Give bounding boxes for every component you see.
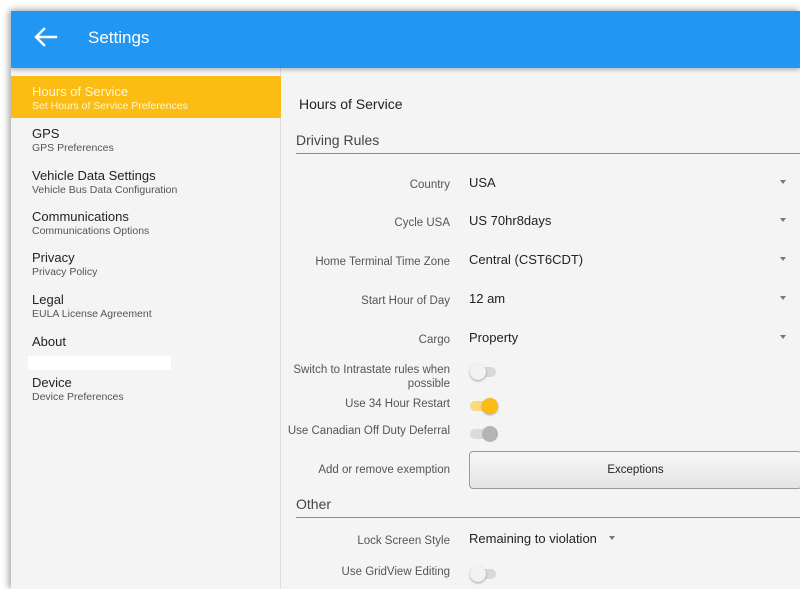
intrastate-toggle[interactable] (470, 364, 500, 380)
dropdown-arrow-icon (780, 296, 786, 300)
sidebar-item-vehicle-data-settings[interactable]: Vehicle Data Settings Vehicle Bus Data C… (11, 160, 281, 202)
sidebar-item-title: GPS (32, 126, 60, 141)
exemption-label: Add or remove exemption (318, 464, 450, 476)
gridview-toggle[interactable] (470, 566, 500, 582)
restart-34-label: Use 34 Hour Restart (345, 398, 450, 410)
dropdown-arrow-icon (780, 218, 786, 222)
time-zone-value: Central (CST6CDT) (469, 252, 584, 267)
cycle-select[interactable]: US 70hr8days (461, 204, 796, 238)
lock-screen-select[interactable]: Remaining to violation (461, 522, 631, 556)
country-value: USA (469, 175, 496, 190)
app-window: Settings Hours of Service Set Hours of S… (11, 11, 800, 589)
sidebar-item-communications[interactable]: Communications Communications Options (11, 201, 281, 243)
cycle-value: US 70hr8days (469, 213, 552, 228)
sidebar-item-title: About (32, 334, 66, 349)
sidebar-item-title: Privacy (32, 250, 75, 265)
cycle-label: Cycle USA (394, 217, 450, 229)
sidebar-item-subtitle: Device Preferences (32, 391, 124, 403)
sidebar-item-subtitle: Set Hours of Service Preferences (32, 100, 188, 112)
app-bar: Settings (11, 11, 800, 68)
back-arrow-icon[interactable] (32, 23, 60, 51)
sidebar-item-subtitle: GPS Preferences (32, 142, 114, 154)
sidebar-item-hours-of-service[interactable]: Hours of Service Set Hours of Service Pr… (11, 76, 281, 118)
settings-sidebar: Hours of Service Set Hours of Service Pr… (11, 68, 281, 589)
dropdown-arrow-icon (780, 335, 786, 339)
sidebar-item-title: Vehicle Data Settings (32, 168, 156, 183)
cargo-select[interactable]: Property (461, 321, 796, 355)
section-header: Other (296, 496, 332, 512)
start-hour-value: 12 am (469, 291, 506, 306)
time-zone-select[interactable]: Central (CST6CDT) (461, 243, 796, 277)
sidebar-item-subtitle: Privacy Policy (32, 266, 98, 278)
sidebar-item-subtitle: Vehicle Bus Data Configuration (32, 184, 178, 196)
app-bar-title: Settings (88, 28, 150, 47)
start-hour-label: Start Hour of Day (361, 295, 450, 307)
toggle-thumb (470, 364, 486, 380)
dropdown-arrow-icon (780, 180, 786, 184)
lock-screen-value: Remaining to violation (469, 531, 597, 546)
country-label: Country (409, 179, 450, 191)
sidebar-item-title: Communications (32, 209, 129, 224)
exceptions-button[interactable]: Exceptions (469, 451, 800, 489)
cargo-value: Property (469, 330, 519, 345)
sidebar-item-title: Device (32, 375, 72, 390)
sidebar-item-device[interactable]: Device Device Preferences (11, 367, 281, 409)
time-zone-label: Home Terminal Time Zone (315, 256, 450, 268)
section-driving-rules: Driving Rules (296, 132, 800, 154)
sidebar-item-privacy[interactable]: Privacy Privacy Policy (11, 242, 281, 284)
sidebar-item-subtitle: Communications Options (32, 225, 150, 237)
sidebar-item-gps[interactable]: GPS GPS Preferences (11, 118, 281, 160)
section-other: Other (296, 496, 800, 518)
page-title: Hours of Service (299, 96, 403, 112)
cargo-label: Cargo (418, 334, 450, 346)
toggle-thumb (470, 566, 486, 582)
toggle-thumb (482, 398, 498, 414)
canadian-deferral-label: Use Canadian Off Duty Deferral (287, 425, 450, 437)
sidebar-item-title: Legal (32, 292, 64, 307)
country-select[interactable]: USA (461, 166, 796, 200)
dropdown-arrow-icon (780, 257, 786, 261)
gridview-label: Use GridView Editing (341, 566, 450, 578)
restart-34-toggle[interactable] (470, 398, 500, 414)
sidebar-item-title: Hours of Service (32, 84, 129, 99)
toggle-thumb (482, 426, 498, 442)
canadian-deferral-toggle[interactable] (470, 426, 500, 442)
intrastate-label: Switch to Intrastate rules when possible (293, 364, 450, 390)
settings-content: Hours of Service Driving Rules Country U… (281, 68, 800, 589)
lock-screen-label: Lock Screen Style (357, 535, 450, 547)
dropdown-arrow-icon (609, 536, 615, 540)
sidebar-item-subtitle: EULA License Agreement (32, 308, 152, 320)
section-header: Driving Rules (296, 132, 380, 148)
start-hour-select[interactable]: 12 am (461, 282, 796, 316)
sidebar-item-legal[interactable]: Legal EULA License Agreement (11, 284, 281, 326)
